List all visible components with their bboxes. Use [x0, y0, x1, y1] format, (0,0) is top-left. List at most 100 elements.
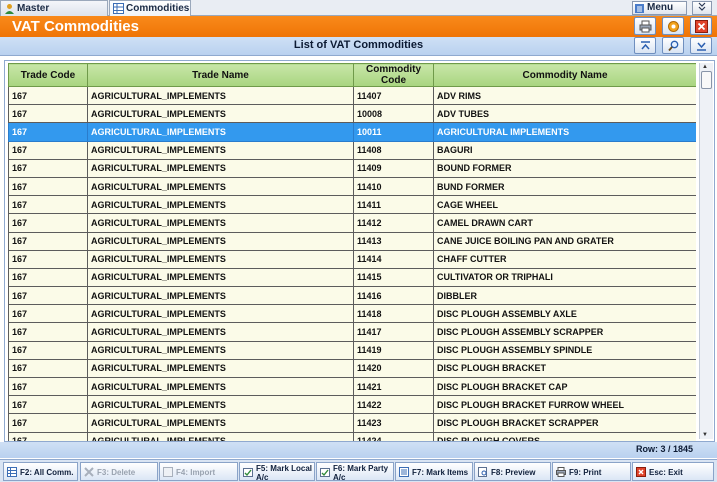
cell-commodity-name[interactable]: CULTIVATOR OR TRIPHALI: [433, 267, 696, 288]
first-record-button[interactable]: [634, 37, 656, 54]
cell-commodity-name[interactable]: CAMEL DRAWN CART: [433, 213, 696, 233]
cell-trade-code[interactable]: 167: [8, 340, 88, 360]
cell-commodity-name[interactable]: BOUND FORMER: [433, 158, 696, 178]
table-row[interactable]: 167 AGRICULTURAL_IMPLEMENTS 11422 DISC PLOU…: [8, 395, 696, 415]
cell-commodity-name[interactable]: DIBBLER: [433, 286, 696, 306]
cell-trade-code[interactable]: 167: [8, 267, 88, 288]
cell-commodity-name[interactable]: CAGE WHEEL: [433, 195, 696, 215]
cell-trade-name[interactable]: AGRICULTURAL_IMPLEMENTS: [87, 249, 354, 269]
cell-commodity-code[interactable]: 11423: [353, 413, 434, 433]
column-header-trade-name[interactable]: Trade Name: [87, 63, 354, 87]
print-toolbar-button[interactable]: [634, 17, 656, 35]
cell-trade-name[interactable]: AGRICULTURAL_IMPLEMENTS: [87, 267, 354, 288]
cell-trade-name[interactable]: AGRICULTURAL_IMPLEMENTS: [87, 376, 354, 397]
cell-commodity-code[interactable]: 11412: [353, 213, 434, 233]
cell-trade-name[interactable]: AGRICULTURAL_IMPLEMENTS: [87, 158, 354, 178]
table-row[interactable]: 167 AGRICULTURAL_IMPLEMENTS 11418 DISC PLOU…: [8, 304, 696, 324]
cell-trade-code[interactable]: 167: [8, 122, 88, 142]
f7-mark-items-button[interactable]: F7: Mark Items: [395, 462, 473, 481]
table-row[interactable]: 167 AGRICULTURAL_IMPLEMENTS 11417 DISC PLOU…: [8, 322, 696, 342]
cell-trade-code[interactable]: 167: [8, 231, 88, 251]
cell-commodity-name[interactable]: ADV RIMS: [433, 85, 696, 106]
cell-commodity-code[interactable]: 11411: [353, 195, 434, 215]
tab-commodities[interactable]: Commodities: [109, 0, 191, 16]
cell-commodity-code[interactable]: 11420: [353, 358, 434, 379]
cell-commodity-code[interactable]: 11417: [353, 322, 434, 342]
scrollbar-thumb[interactable]: [701, 71, 712, 89]
table-row[interactable]: 167 AGRICULTURAL_IMPLEMENTS 11408 BAGURI: [8, 140, 696, 160]
table-row[interactable]: 167 AGRICULTURAL_IMPLEMENTS 11410 BUND FORM…: [8, 176, 696, 197]
table-row[interactable]: 167 AGRICULTURAL_IMPLEMENTS 11413 CANE JUIC…: [8, 231, 696, 251]
cell-commodity-code[interactable]: 11421: [353, 376, 434, 397]
cell-trade-name[interactable]: AGRICULTURAL_IMPLEMENTS: [87, 195, 354, 215]
scroll-down-icon[interactable]: ▼: [702, 432, 708, 438]
close-toolbar-button[interactable]: [690, 17, 712, 35]
cell-commodity-name[interactable]: DISC PLOUGH ASSEMBLY AXLE: [433, 304, 696, 324]
column-header-commodity-code[interactable]: Commodity Code: [353, 63, 434, 87]
table-row[interactable]: 167 AGRICULTURAL_IMPLEMENTS 11409 BOUND FOR…: [8, 158, 696, 178]
table-row[interactable]: 167 AGRICULTURAL_IMPLEMENTS 11423 DISC PLOU…: [8, 413, 696, 433]
cell-trade-name[interactable]: AGRICULTURAL_IMPLEMENTS: [87, 304, 354, 324]
search-button[interactable]: [662, 37, 684, 54]
cell-commodity-code[interactable]: 11410: [353, 176, 434, 197]
cell-trade-name[interactable]: AGRICULTURAL_IMPLEMENTS: [87, 431, 354, 441]
menu-button[interactable]: Menu: [632, 1, 687, 15]
table-row[interactable]: 167 AGRICULTURAL_IMPLEMENTS 11420 DISC PLOU…: [8, 358, 696, 379]
cell-commodity-code[interactable]: 11422: [353, 395, 434, 415]
table-row[interactable]: 167 AGRICULTURAL_IMPLEMENTS 11416 DIBBLER: [8, 286, 696, 306]
cell-commodity-code[interactable]: 11407: [353, 85, 434, 106]
cell-trade-code[interactable]: 167: [8, 104, 88, 124]
cell-commodity-code[interactable]: 11416: [353, 286, 434, 306]
cell-commodity-name[interactable]: BAGURI: [433, 140, 696, 160]
cell-commodity-code[interactable]: 10011: [353, 122, 434, 142]
cell-commodity-code[interactable]: 11419: [353, 340, 434, 360]
cell-commodity-name[interactable]: DISC PLOUGH ASSEMBLY SCRAPPER: [433, 322, 696, 342]
cell-commodity-code[interactable]: 11408: [353, 140, 434, 160]
f4-import-button[interactable]: F4: Import: [159, 462, 238, 481]
table-row[interactable]: 167 AGRICULTURAL_IMPLEMENTS 11407 ADV RIMS: [8, 85, 696, 106]
last-record-button[interactable]: [690, 37, 712, 54]
cell-trade-name[interactable]: AGRICULTURAL_IMPLEMENTS: [87, 231, 354, 251]
cell-commodity-code[interactable]: 11409: [353, 158, 434, 178]
cell-commodity-name[interactable]: ADV TUBES: [433, 104, 696, 124]
cell-commodity-code[interactable]: 11424: [353, 431, 434, 441]
cell-trade-code[interactable]: 167: [8, 358, 88, 379]
table-row[interactable]: 167 AGRICULTURAL_IMPLEMENTS 11414 CHAFF CUT…: [8, 249, 696, 269]
cell-trade-name[interactable]: AGRICULTURAL_IMPLEMENTS: [87, 413, 354, 433]
cell-commodity-code[interactable]: 10008: [353, 104, 434, 124]
cell-commodity-name[interactable]: AGRICULTURAL IMPLEMENTS: [433, 122, 696, 142]
cell-trade-code[interactable]: 167: [8, 195, 88, 215]
f3-delete-button[interactable]: F3: Delete: [80, 462, 158, 481]
cell-commodity-name[interactable]: CHAFF CUTTER: [433, 249, 696, 269]
tab-master[interactable]: Master: [0, 0, 108, 16]
f2-all-commodities-button[interactable]: F2: All Comm.: [3, 462, 78, 481]
cell-commodity-name[interactable]: CANE JUICE BOILING PAN AND GRATER: [433, 231, 696, 251]
cell-commodity-name[interactable]: DISC PLOUGH BRACKET: [433, 358, 696, 379]
cell-trade-code[interactable]: 167: [8, 158, 88, 178]
cell-trade-code[interactable]: 167: [8, 304, 88, 324]
cell-trade-name[interactable]: AGRICULTURAL_IMPLEMENTS: [87, 322, 354, 342]
cell-commodity-code[interactable]: 11415: [353, 267, 434, 288]
cell-trade-code[interactable]: 167: [8, 176, 88, 197]
vertical-scrollbar[interactable]: ▲ ▼: [699, 63, 713, 439]
cell-trade-name[interactable]: AGRICULTURAL_IMPLEMENTS: [87, 395, 354, 415]
table-row[interactable]: 167 AGRICULTURAL_IMPLEMENTS 11411 CAGE WHEE…: [8, 195, 696, 215]
cell-trade-name[interactable]: AGRICULTURAL_IMPLEMENTS: [87, 286, 354, 306]
cell-trade-code[interactable]: 167: [8, 376, 88, 397]
table-row[interactable]: 167 AGRICULTURAL_IMPLEMENTS 11412 CAMEL DRA…: [8, 213, 696, 233]
cell-trade-name[interactable]: AGRICULTURAL_IMPLEMENTS: [87, 122, 354, 142]
cell-trade-name[interactable]: AGRICULTURAL_IMPLEMENTS: [87, 340, 354, 360]
f8-preview-button[interactable]: F8: Preview: [474, 462, 551, 481]
cell-commodity-code[interactable]: 11418: [353, 304, 434, 324]
cell-trade-name[interactable]: AGRICULTURAL_IMPLEMENTS: [87, 104, 354, 124]
esc-exit-button[interactable]: Esc: Exit: [632, 462, 714, 481]
table-row[interactable]: 167 AGRICULTURAL_IMPLEMENTS 11421 DISC PLOU…: [8, 376, 696, 397]
column-header-commodity-name[interactable]: Commodity Name: [433, 63, 696, 87]
cell-trade-code[interactable]: 167: [8, 322, 88, 342]
cell-commodity-name[interactable]: BUND FORMER: [433, 176, 696, 197]
cell-commodity-name[interactable]: DISC PLOUGH BRACKET SCRAPPER: [433, 413, 696, 433]
f9-print-button[interactable]: F9: Print: [552, 462, 631, 481]
cell-commodity-code[interactable]: 11414: [353, 249, 434, 269]
table-row[interactable]: 167AGRICULTURAL_IMPLEMENTS11424DISC PLOU…: [8, 431, 696, 441]
column-header-trade-code[interactable]: Trade Code: [8, 63, 88, 87]
